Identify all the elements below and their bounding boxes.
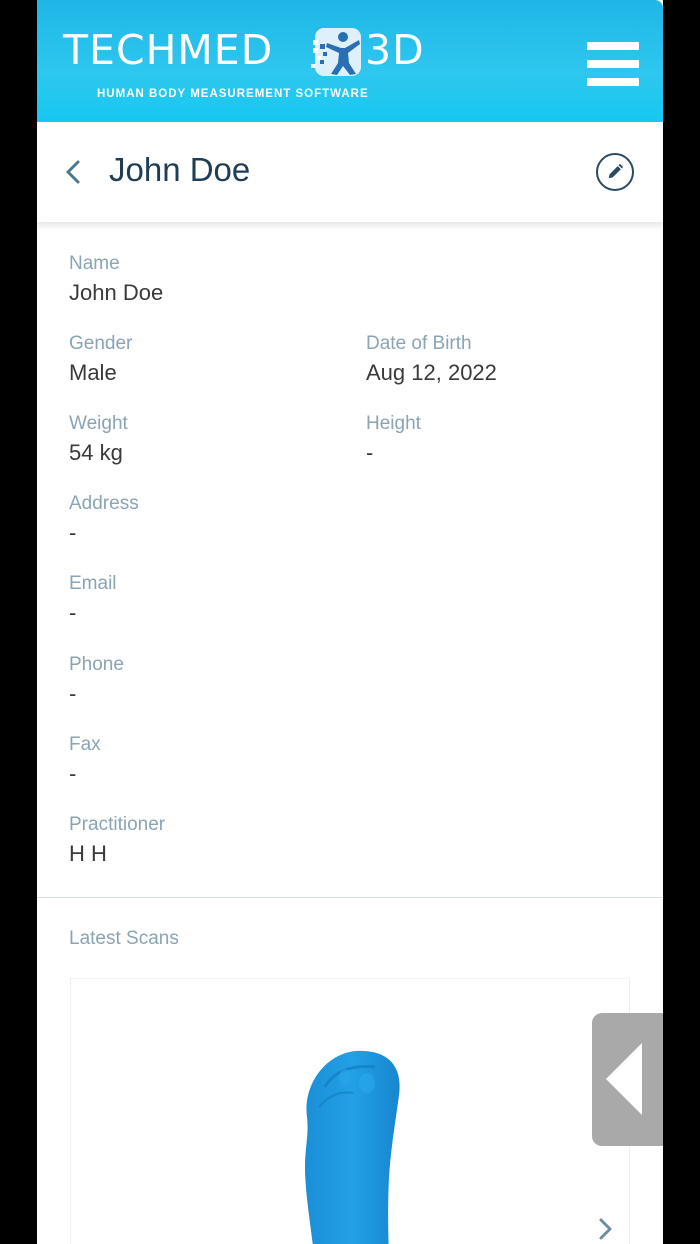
field-label: Date of Birth [366,333,472,354]
latest-scans-title: Latest Scans [69,928,179,949]
field-name: Name John Doe [69,252,163,308]
field-value: - [366,440,374,465]
techmed-logo[interactable]: TECHMED 3D [63,26,443,86]
field-address: Address - [69,492,139,548]
field-height: Height - [366,412,421,468]
field-label: Phone [69,654,124,675]
field-label: Fax [69,734,101,755]
field-label: Name [69,253,120,274]
field-label: Practitioner [69,814,166,835]
foot-scan-image[interactable] [295,1047,415,1244]
patient-details: Name John Doe Gender Male Date of Birth … [37,222,663,897]
scan-card[interactable] [70,978,630,1244]
patient-header: John Doe [37,122,663,222]
section-divider [37,897,663,898]
edit-patient-button[interactable] [596,153,634,191]
logo-tagline: HUMAN BODY MEASUREMENT SOFTWARE [97,88,369,100]
side-drawer-tab[interactable] [592,1013,663,1146]
field-email: Email - [69,572,117,628]
page-title: John Doe [109,151,251,188]
chevron-left-icon[interactable] [61,156,85,188]
logo-text-right: 3D [365,26,425,74]
triangle-left-icon [606,1043,642,1115]
field-label: Weight [69,413,128,434]
app-header: TECHMED 3D HUMAN BODY MEASUREMENT SOFTWA… [37,0,663,122]
field-label: Address [69,493,139,514]
field-value: - [69,600,77,625]
pencil-icon [608,163,624,179]
field-phone: Phone - [69,653,124,709]
logo-text-left: TECHMED [63,26,274,74]
app-screen: TECHMED 3D HUMAN BODY MEASUREMENT SOFTWA… [37,0,663,1244]
field-value: Male [69,360,117,385]
field-value: 54 kg [69,440,123,465]
hamburger-menu-icon[interactable] [585,40,641,88]
field-label: Height [366,413,421,434]
field-date-of-birth: Date of Birth Aug 12, 2022 [366,332,497,388]
human-figure-logo-icon [311,28,361,76]
field-weight: Weight 54 kg [69,412,128,468]
field-label: Gender [69,333,133,354]
field-value: John Doe [69,280,164,305]
chevron-right-icon[interactable] [595,1215,615,1243]
field-label: Email [69,573,117,594]
field-value: - [69,761,77,786]
field-fax: Fax - [69,733,101,789]
field-value: H H [69,841,107,866]
field-value: - [69,520,77,545]
field-value: Aug 12, 2022 [366,360,497,385]
field-value: - [69,681,77,706]
field-practitioner: Practitioner H H [69,813,165,869]
field-gender: Gender Male [69,332,132,388]
